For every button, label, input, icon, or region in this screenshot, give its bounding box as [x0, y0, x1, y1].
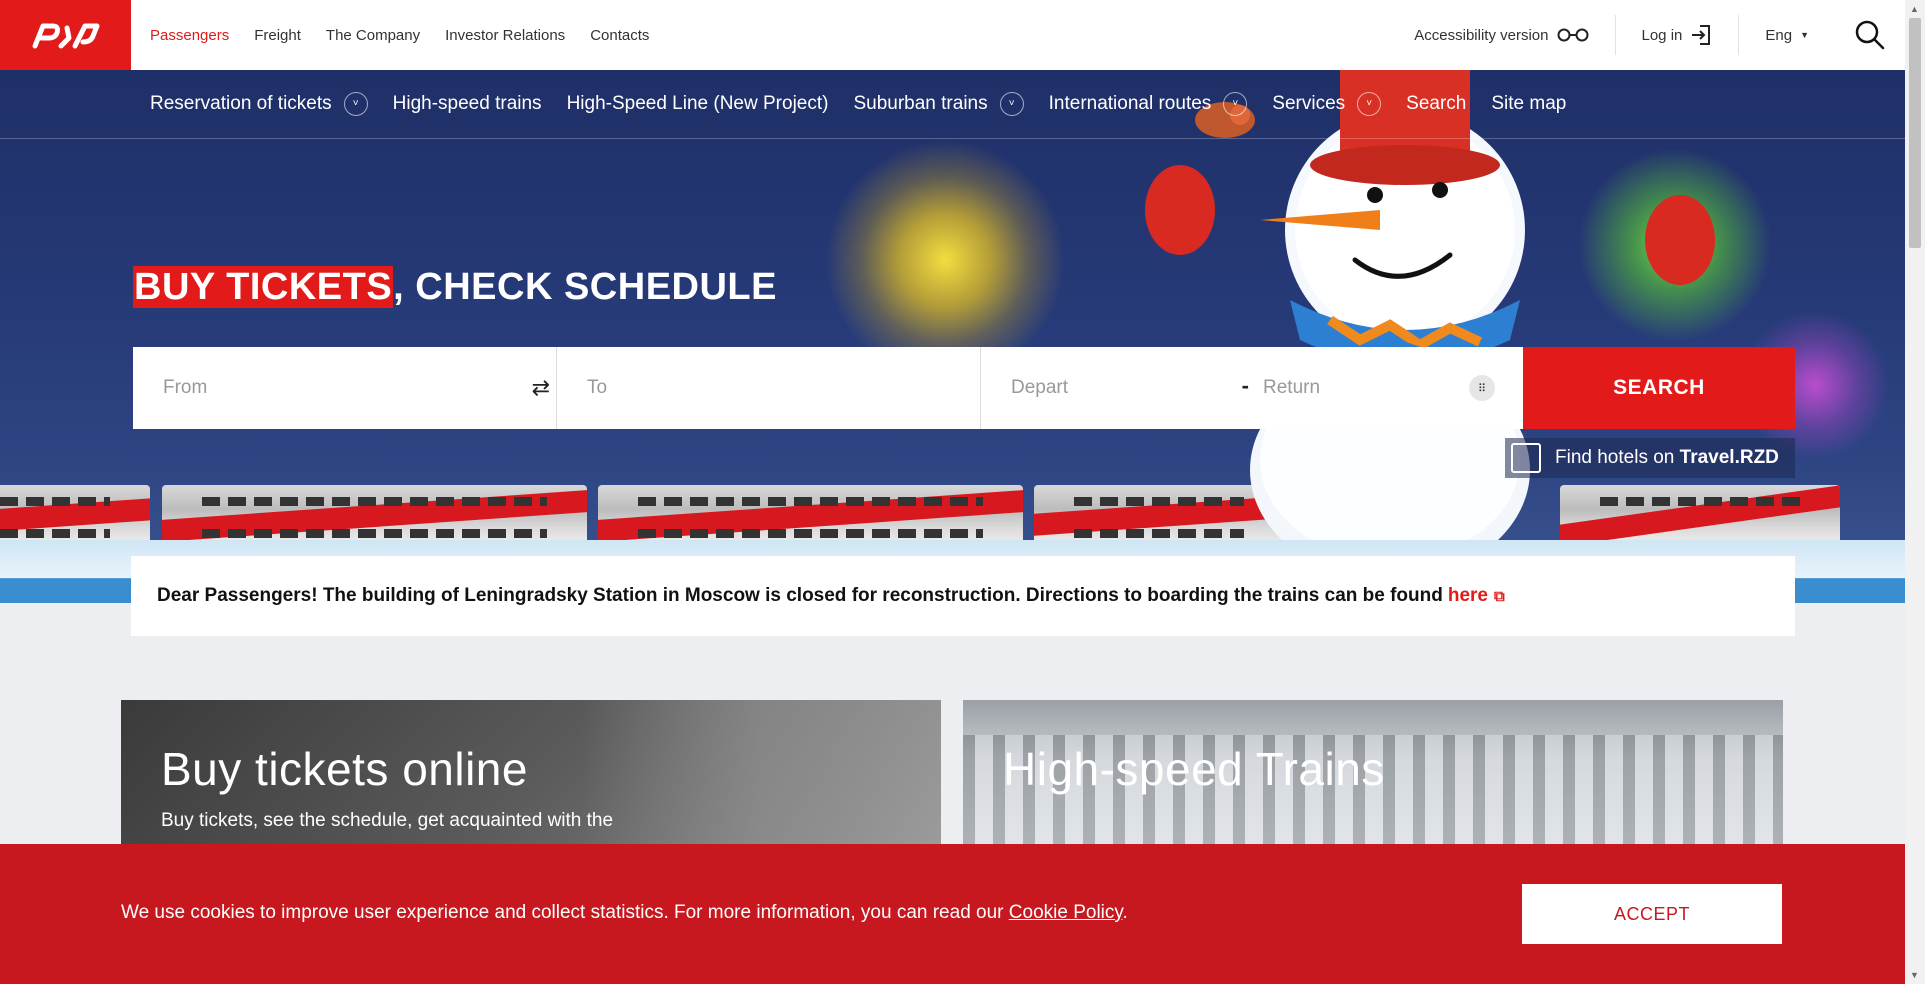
cookie-policy-link[interactable]: Cookie Policy: [1009, 902, 1123, 923]
nav-reservation-label: Reservation of tickets: [150, 93, 332, 114]
nav-services-label: Services: [1272, 93, 1346, 114]
scroll-down-icon[interactable]: ▼: [1910, 970, 1919, 980]
return-field[interactable]: Return ⠿: [1263, 347, 1523, 429]
login-link[interactable]: Log in: [1616, 15, 1739, 55]
to-field[interactable]: To: [557, 347, 981, 429]
headline-rest: , CHECK SCHEDULE: [393, 266, 777, 308]
cookie-banner: We use cookies to improve user experienc…: [0, 844, 1905, 984]
external-link-icon: ⧉: [1494, 587, 1505, 605]
nav-suburban-label: Suburban trains: [853, 93, 988, 114]
rzd-logo[interactable]: [0, 0, 131, 70]
scroll-up-icon[interactable]: ▲: [1910, 4, 1919, 14]
hotels-brand: Travel.RZD: [1679, 447, 1779, 468]
calendar-icon[interactable]: ⠿: [1469, 375, 1495, 401]
hero-headline: BUY TICKETS, CHECK SCHEDULE: [133, 266, 777, 309]
find-hotels-option[interactable]: Find hotels on Travel.RZD: [1505, 438, 1795, 478]
card-photo-conductor: [581, 700, 941, 845]
hero-banner: Reservation of tickets ˅ High-speed trai…: [0, 70, 1905, 603]
card-title: Buy tickets online: [161, 743, 528, 795]
nav-international[interactable]: International routes ˅: [1049, 92, 1248, 116]
top-nav: Passengers Freight The Company Investor …: [150, 27, 649, 44]
high-speed-trains-card[interactable]: High-speed Trains: [963, 700, 1783, 845]
accessibility-link[interactable]: Accessibility version: [1388, 15, 1614, 55]
cookie-text: We use cookies to improve user experienc…: [121, 902, 1128, 923]
search-button[interactable]: [1835, 0, 1905, 70]
cookie-accept-button[interactable]: ACCEPT: [1522, 884, 1782, 944]
top-right-tools: Accessibility version Log in Eng ▼: [1388, 0, 1905, 70]
station-notice: Dear Passengers! The building of Leningr…: [131, 556, 1795, 636]
top-nav-passengers[interactable]: Passengers: [150, 27, 229, 44]
language-label: Eng: [1765, 26, 1793, 44]
chevron-down-icon[interactable]: ˅: [1357, 92, 1382, 116]
nav-hsl-label: High-Speed Line (New Project): [566, 93, 829, 114]
main-nav: Reservation of tickets ˅ High-speed trai…: [0, 70, 1905, 139]
ticket-search-form: From ⇄ To Depart - Return ⠿ SEARCH: [133, 347, 1795, 429]
nav-search[interactable]: Search: [1406, 93, 1466, 115]
search-submit-button[interactable]: SEARCH: [1523, 347, 1795, 429]
chevron-down-icon[interactable]: ˅: [1223, 92, 1248, 116]
top-nav-investor-relations[interactable]: Investor Relations: [445, 27, 565, 44]
nav-high-speed-line[interactable]: High-Speed Line (New Project): [567, 93, 829, 115]
hotels-label: Find hotels on Travel.RZD: [1555, 447, 1779, 468]
caret-down-icon: ▼: [1800, 30, 1809, 40]
buy-tickets-card[interactable]: Buy tickets online Buy tickets, see the …: [121, 700, 941, 845]
swap-icon[interactable]: ⇄: [532, 375, 550, 401]
nav-reservation[interactable]: Reservation of tickets ˅: [150, 92, 368, 116]
chevron-down-icon[interactable]: ˅: [999, 92, 1024, 116]
headline-highlight: BUY TICKETS: [133, 266, 394, 308]
top-bar: Passengers Freight The Company Investor …: [0, 0, 1905, 70]
language-select[interactable]: Eng ▼: [1739, 15, 1835, 55]
date-range-dash: -: [1241, 373, 1249, 398]
notice-link[interactable]: here: [1448, 585, 1488, 607]
from-field[interactable]: From ⇄: [133, 347, 557, 429]
nav-services[interactable]: Services ˅: [1272, 92, 1382, 116]
nav-search-label: Search: [1406, 93, 1467, 114]
return-placeholder: Return: [1263, 377, 1321, 398]
hotels-checkbox[interactable]: [1511, 443, 1541, 473]
depart-placeholder: Depart: [1011, 377, 1069, 398]
login-label: Log in: [1641, 26, 1683, 44]
scrollbar-thumb[interactable]: [1909, 18, 1921, 248]
top-nav-contacts[interactable]: Contacts: [590, 27, 649, 44]
nav-suburban[interactable]: Suburban trains ˅: [853, 92, 1024, 116]
nav-sitemap[interactable]: Site map: [1491, 93, 1566, 115]
depart-field[interactable]: Depart -: [981, 347, 1263, 429]
nav-high-speed-label: High-speed trains: [392, 93, 542, 114]
chevron-down-icon[interactable]: ˅: [343, 92, 368, 116]
rzd-logo-icon: [32, 23, 99, 49]
card-title: High-speed Trains: [1003, 743, 1385, 795]
search-icon: [1855, 20, 1885, 50]
glasses-icon: [1557, 28, 1588, 42]
login-icon: [1692, 25, 1711, 45]
nav-international-label: International routes: [1048, 93, 1212, 114]
card-subtitle: Buy tickets, see the schedule, get acqua…: [161, 810, 614, 831]
nav-high-speed-trains[interactable]: High-speed trains: [393, 93, 542, 115]
from-placeholder: From: [163, 377, 208, 398]
to-placeholder: To: [587, 377, 608, 398]
notice-text: Dear Passengers! The building of Leningr…: [157, 585, 1443, 606]
nav-sitemap-label: Site map: [1491, 93, 1567, 114]
page-scrollbar[interactable]: ▲ ▼: [1905, 0, 1925, 984]
top-nav-freight[interactable]: Freight: [254, 27, 301, 44]
accessibility-label: Accessibility version: [1414, 26, 1549, 44]
top-nav-company[interactable]: The Company: [326, 27, 420, 44]
